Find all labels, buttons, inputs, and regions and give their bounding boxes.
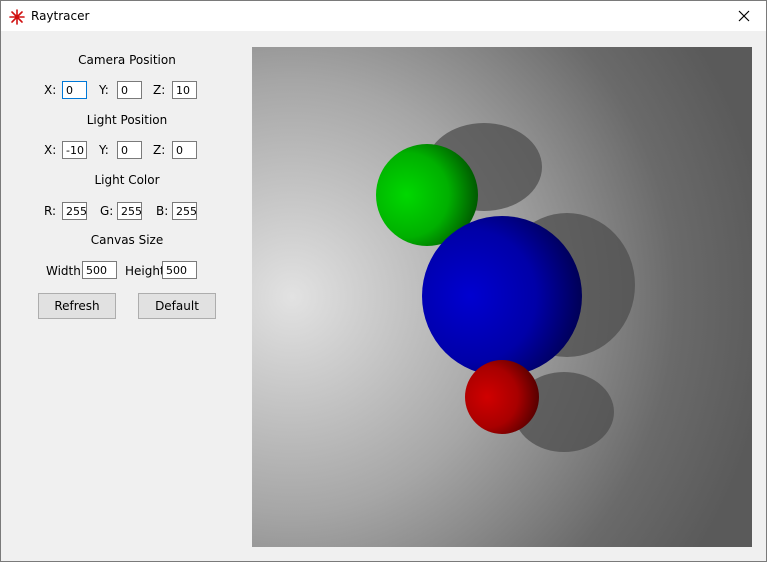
camera-x-input[interactable] — [62, 81, 87, 99]
canvas-width-input[interactable] — [82, 261, 117, 279]
color-b-input[interactable] — [172, 202, 197, 220]
camera-x-label: X: — [44, 83, 57, 97]
close-button[interactable] — [721, 1, 766, 31]
red-sphere — [465, 360, 539, 434]
red-star-icon — [9, 9, 25, 25]
light-y-input[interactable] — [117, 141, 142, 159]
color-b-label: B: — [156, 204, 169, 218]
window-title: Raytracer — [31, 9, 90, 23]
title-bar[interactable]: Raytracer — [1, 1, 766, 31]
light-z-input[interactable] — [172, 141, 197, 159]
render-canvas — [252, 47, 752, 547]
light-z-label: Z: — [153, 143, 166, 157]
color-g-label: G: — [100, 204, 114, 218]
camera-y-input[interactable] — [117, 81, 142, 99]
app-window: Raytracer Camera Position X: Y: Z: Light… — [0, 0, 767, 562]
blue-sphere — [422, 216, 582, 376]
light-y-label: Y: — [99, 143, 109, 157]
camera-z-label: Z: — [153, 83, 166, 97]
camera-position-heading: Camera Position — [78, 53, 176, 67]
canvas-size-heading: Canvas Size — [90, 233, 164, 247]
canvas-width-label: Width: — [46, 264, 85, 278]
camera-z-input[interactable] — [172, 81, 197, 99]
client-area: Camera Position X: Y: Z: Light Position … — [1, 31, 766, 561]
raytraced-scene — [252, 47, 752, 547]
light-x-input[interactable] — [62, 141, 87, 159]
color-r-input[interactable] — [62, 202, 87, 220]
default-button[interactable]: Default — [138, 293, 216, 319]
color-g-input[interactable] — [117, 202, 142, 220]
canvas-height-input[interactable] — [162, 261, 197, 279]
refresh-button[interactable]: Refresh — [38, 293, 116, 319]
close-icon — [738, 10, 749, 22]
camera-y-label: Y: — [99, 83, 109, 97]
light-position-heading: Light Position — [86, 113, 168, 127]
light-color-heading: Light Color — [94, 173, 160, 187]
color-r-label: R: — [44, 204, 57, 218]
light-x-label: X: — [44, 143, 57, 157]
